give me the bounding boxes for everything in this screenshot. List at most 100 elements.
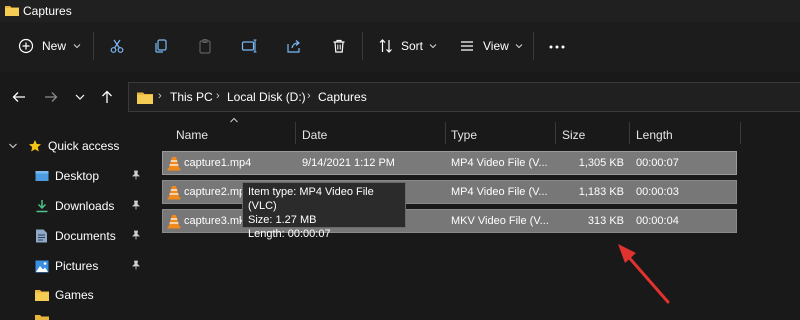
folder-icon: [5, 6, 19, 16]
navigation-pane: Quick access Desktop Downloads Documents: [0, 122, 150, 320]
cut-icon: [110, 39, 124, 53]
sidebar-label: Pictures: [55, 259, 99, 273]
table-row[interactable]: capture1.mp4 9/14/2021 1:12 PM MP4 Video…: [162, 151, 737, 175]
sort-icon: [379, 39, 392, 53]
column-header-length[interactable]: Length: [636, 128, 673, 142]
file-length: 00:00:03: [636, 186, 679, 198]
column-divider[interactable]: [295, 122, 296, 144]
sort-button[interactable]: Sort: [378, 38, 438, 54]
file-info-tooltip: Item type: MP4 Video File (VLC) Size: 1.…: [242, 182, 406, 240]
document-icon: [36, 229, 47, 243]
folder-icon: [137, 92, 153, 104]
share-button[interactable]: [286, 38, 302, 54]
up-arrow-icon[interactable]: [99, 89, 115, 105]
share-icon: [287, 40, 300, 53]
file-size: 313 KB: [587, 215, 624, 227]
vlc-file-icon: [167, 157, 181, 171]
file-size: 1,305 KB: [578, 157, 624, 169]
delete-icon: [333, 39, 345, 53]
toolbar-divider: [93, 32, 94, 60]
delete-button[interactable]: [331, 38, 347, 54]
sidebar-item-desktop[interactable]: Desktop: [35, 165, 99, 187]
breadcrumb-chevron-icon: ›: [307, 90, 311, 102]
file-name: capture3.mk: [184, 215, 245, 227]
address-bar[interactable]: › This PC › Local Disk (D:) › Captures: [128, 82, 800, 112]
chevron-down-icon: [73, 44, 81, 49]
file-length: 00:00:04: [636, 215, 679, 227]
sidebar-item-documents[interactable]: Documents: [35, 225, 116, 247]
breadcrumb-captures[interactable]: Captures: [318, 90, 367, 104]
vlc-file-icon: [167, 215, 181, 229]
file-type: MP4 Video File (V...: [451, 186, 548, 198]
breadcrumb-chevron-icon: ›: [216, 90, 220, 102]
file-name: capture1.mp4: [184, 157, 252, 169]
copy-button[interactable]: [153, 38, 169, 54]
sidebar-item-games[interactable]: Games: [35, 284, 94, 306]
folder-icon: [35, 315, 49, 320]
plus-circle-icon: [18, 38, 34, 54]
sidebar-item-pictures[interactable]: Pictures: [35, 255, 98, 277]
column-header-name[interactable]: Name: [176, 128, 208, 142]
sidebar-label: Desktop: [55, 169, 100, 183]
new-button-label: New: [42, 39, 67, 53]
pin-icon: [132, 200, 140, 210]
rename-button[interactable]: [241, 38, 259, 54]
desktop-icon: [35, 171, 49, 181]
sidebar-item-quick-access[interactable]: Quick access: [8, 135, 119, 157]
sort-button-label: Sort: [401, 39, 424, 53]
column-divider[interactable]: [445, 122, 446, 144]
download-icon: [36, 200, 48, 213]
breadcrumb-this-pc[interactable]: This PC: [170, 90, 213, 104]
view-icon: [461, 41, 473, 51]
sidebar-label: Games: [55, 288, 94, 302]
title-bar: Captures: [0, 0, 800, 22]
column-header-size[interactable]: Size: [562, 128, 585, 142]
folder-icon: [35, 290, 49, 301]
rename-icon: [241, 39, 257, 53]
column-divider[interactable]: [555, 122, 556, 144]
chevron-down-icon: [429, 44, 437, 49]
sidebar-label: Downloads: [55, 199, 115, 213]
file-type: MP4 Video File (V...: [451, 157, 548, 169]
column-header-type[interactable]: Type: [451, 128, 477, 142]
file-date: 9/14/2021 1:12 PM: [302, 157, 395, 169]
copy-icon: [155, 39, 167, 53]
breadcrumb-chevron-icon: ›: [158, 90, 162, 102]
chevron-down-icon: [9, 143, 17, 149]
pin-icon: [132, 260, 140, 270]
column-header-date[interactable]: Date: [302, 128, 327, 142]
sidebar-label: Documents: [55, 229, 116, 243]
toolbar-divider: [533, 32, 534, 60]
pin-icon: [132, 230, 140, 240]
window-title: Captures: [23, 4, 72, 18]
new-button[interactable]: New: [18, 38, 82, 54]
more-options-button[interactable]: [548, 44, 566, 50]
forward-arrow-icon[interactable]: [43, 89, 59, 105]
vlc-file-icon: [167, 186, 181, 200]
column-divider[interactable]: [629, 122, 630, 144]
file-length: 00:00:07: [636, 157, 679, 169]
column-divider[interactable]: [740, 122, 741, 144]
tooltip-item-type: Item type: MP4 Video File (VLC): [248, 186, 374, 212]
sidebar-label: Quick access: [48, 139, 120, 153]
navigation-row: › This PC › Local Disk (D:) › Captures: [0, 72, 800, 122]
command-bar: New Sort View: [0, 22, 800, 72]
file-type: MKV Video File (V...: [451, 215, 549, 227]
view-button-label: View: [483, 39, 509, 53]
recent-locations-chevron-icon[interactable]: [72, 89, 88, 105]
file-name: capture2.mp: [184, 186, 246, 198]
annotation-arrow-icon: [618, 244, 670, 304]
chevron-down-icon: [515, 44, 523, 49]
sidebar-item-downloads[interactable]: Downloads: [35, 195, 114, 217]
paste-button[interactable]: [197, 38, 213, 54]
pin-icon: [132, 170, 140, 180]
view-button[interactable]: View: [459, 38, 524, 54]
picture-icon: [35, 260, 49, 272]
cut-button[interactable]: [109, 38, 125, 54]
breadcrumb-local-disk[interactable]: Local Disk (D:): [227, 90, 306, 104]
file-size: 1,183 KB: [578, 186, 624, 198]
tooltip-length: Length: 00:00:07: [248, 228, 331, 240]
back-arrow-icon[interactable]: [11, 89, 27, 105]
tooltip-size: Size: 1.27 MB: [248, 214, 317, 226]
more-icon: [549, 45, 565, 49]
